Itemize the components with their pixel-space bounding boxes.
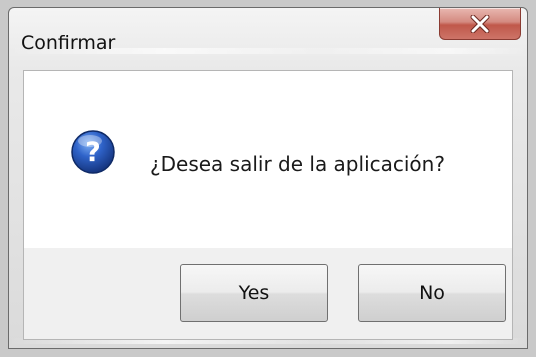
window-title: Confirmar	[21, 32, 116, 54]
message-area: ? ¿Desea salir de la aplicación?	[24, 71, 512, 248]
dialog-message: ¿Desea salir de la aplicación?	[150, 152, 445, 176]
title-bar[interactable]: Confirmar	[9, 8, 527, 66]
close-button[interactable]	[439, 8, 521, 40]
dialog-window: Confirmar ? ¿Desea salir de la aplicació…	[8, 7, 528, 349]
no-button[interactable]: No	[358, 264, 506, 322]
yes-button[interactable]: Yes	[180, 264, 328, 322]
svg-text:?: ?	[85, 137, 101, 168]
dialog-content: ? ¿Desea salir de la aplicación? Yes No	[23, 70, 513, 340]
question-icon: ?	[71, 130, 115, 174]
close-icon	[470, 14, 490, 33]
